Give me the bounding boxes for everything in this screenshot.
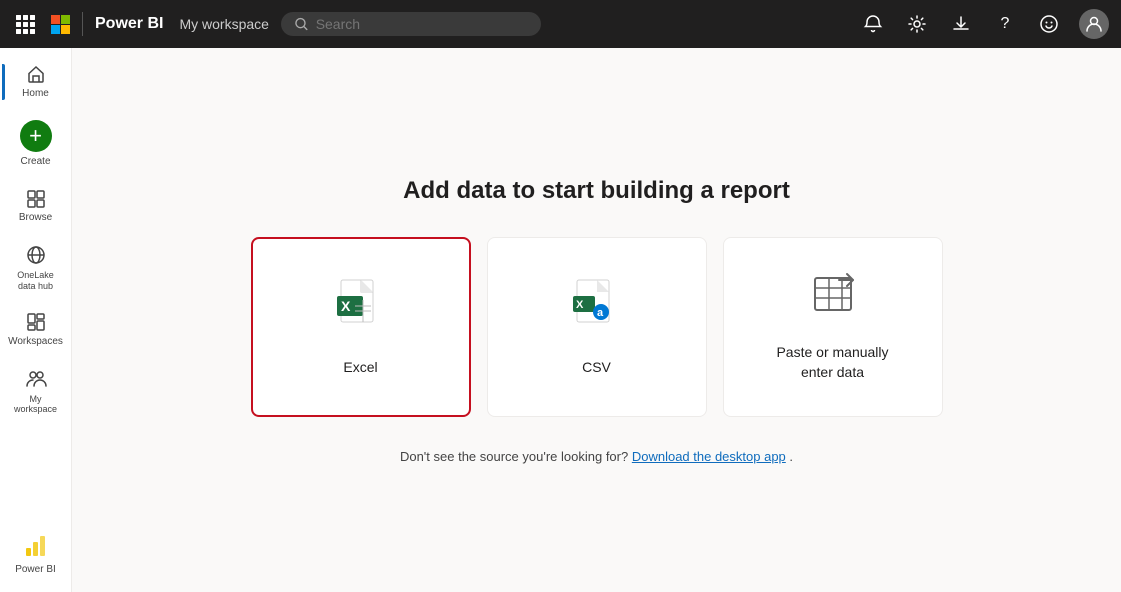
csv-label: CSV: [582, 359, 611, 375]
notifications-icon[interactable]: [859, 10, 887, 38]
footer-text: Don't see the source you're looking for?…: [400, 449, 793, 464]
main-content: Add data to start building a report X: [72, 48, 1121, 592]
workspaces-icon: [26, 312, 46, 332]
footer-prefix: Don't see the source you're looking for?: [400, 449, 628, 464]
excel-label: Excel: [343, 359, 377, 375]
browse-icon: [26, 188, 46, 208]
svg-text:X: X: [341, 298, 351, 314]
workspace-name: My workspace: [179, 16, 268, 32]
microsoft-logo: [51, 15, 70, 34]
svg-text:X: X: [576, 299, 584, 311]
svg-text:a: a: [597, 307, 604, 319]
user-avatar[interactable]: [1079, 9, 1109, 39]
page-heading: Add data to start building a report: [403, 177, 790, 205]
sidebar-item-workspaces[interactable]: Workspaces: [2, 304, 70, 356]
csv-card[interactable]: X a CSV: [487, 237, 707, 417]
home-icon: [26, 64, 46, 84]
help-icon[interactable]: ?: [991, 10, 1019, 38]
download-icon[interactable]: [947, 10, 975, 38]
sidebar: Home + Create Browse: [0, 48, 72, 592]
search-icon: [295, 17, 308, 31]
excel-card[interactable]: X Excel: [251, 237, 471, 417]
sidebar-item-home[interactable]: Home: [2, 56, 70, 108]
download-desktop-link[interactable]: Download the desktop app: [632, 449, 786, 464]
onelake-icon: [25, 244, 47, 266]
excel-icon: X: [337, 278, 385, 339]
browse-label: Browse: [19, 212, 52, 224]
sidebar-item-create[interactable]: + Create: [2, 112, 70, 176]
brand-name: Power BI: [95, 15, 163, 33]
create-label: Create: [20, 156, 50, 168]
nav-icons-group: ?: [859, 9, 1109, 39]
powerbi-icon: [22, 532, 50, 560]
data-source-cards: X Excel: [251, 237, 943, 417]
sidebar-item-powerbi[interactable]: Power BI: [2, 524, 70, 584]
home-label: Home: [22, 88, 49, 100]
workspaces-label: Workspaces: [8, 336, 63, 348]
csv-icon: X a: [573, 278, 621, 339]
top-navigation: Power BI My workspace: [0, 0, 1121, 48]
nav-divider: [82, 12, 83, 36]
sidebar-item-onelake[interactable]: OneLakedata hub: [2, 236, 70, 300]
content-area: Add data to start building a report X: [251, 177, 943, 464]
paste-icon: [809, 270, 857, 323]
sidebar-item-myworkspace[interactable]: Myworkspace: [2, 360, 70, 424]
onelake-label: OneLakedata hub: [17, 270, 54, 292]
paste-card[interactable]: Paste or manually enter data: [723, 237, 943, 417]
powerbi-label: Power BI: [15, 564, 56, 576]
waffle-menu[interactable]: [12, 11, 39, 38]
feedback-icon[interactable]: [1035, 10, 1063, 38]
paste-label: Paste or manually enter data: [763, 343, 903, 382]
search-input[interactable]: [316, 16, 527, 32]
myworkspace-icon: [25, 368, 47, 390]
footer-period: .: [789, 449, 793, 464]
settings-icon[interactable]: [903, 10, 931, 38]
create-icon: +: [20, 120, 52, 152]
myworkspace-label: Myworkspace: [14, 394, 57, 416]
search-bar[interactable]: [281, 12, 541, 36]
sidebar-item-browse[interactable]: Browse: [2, 180, 70, 232]
